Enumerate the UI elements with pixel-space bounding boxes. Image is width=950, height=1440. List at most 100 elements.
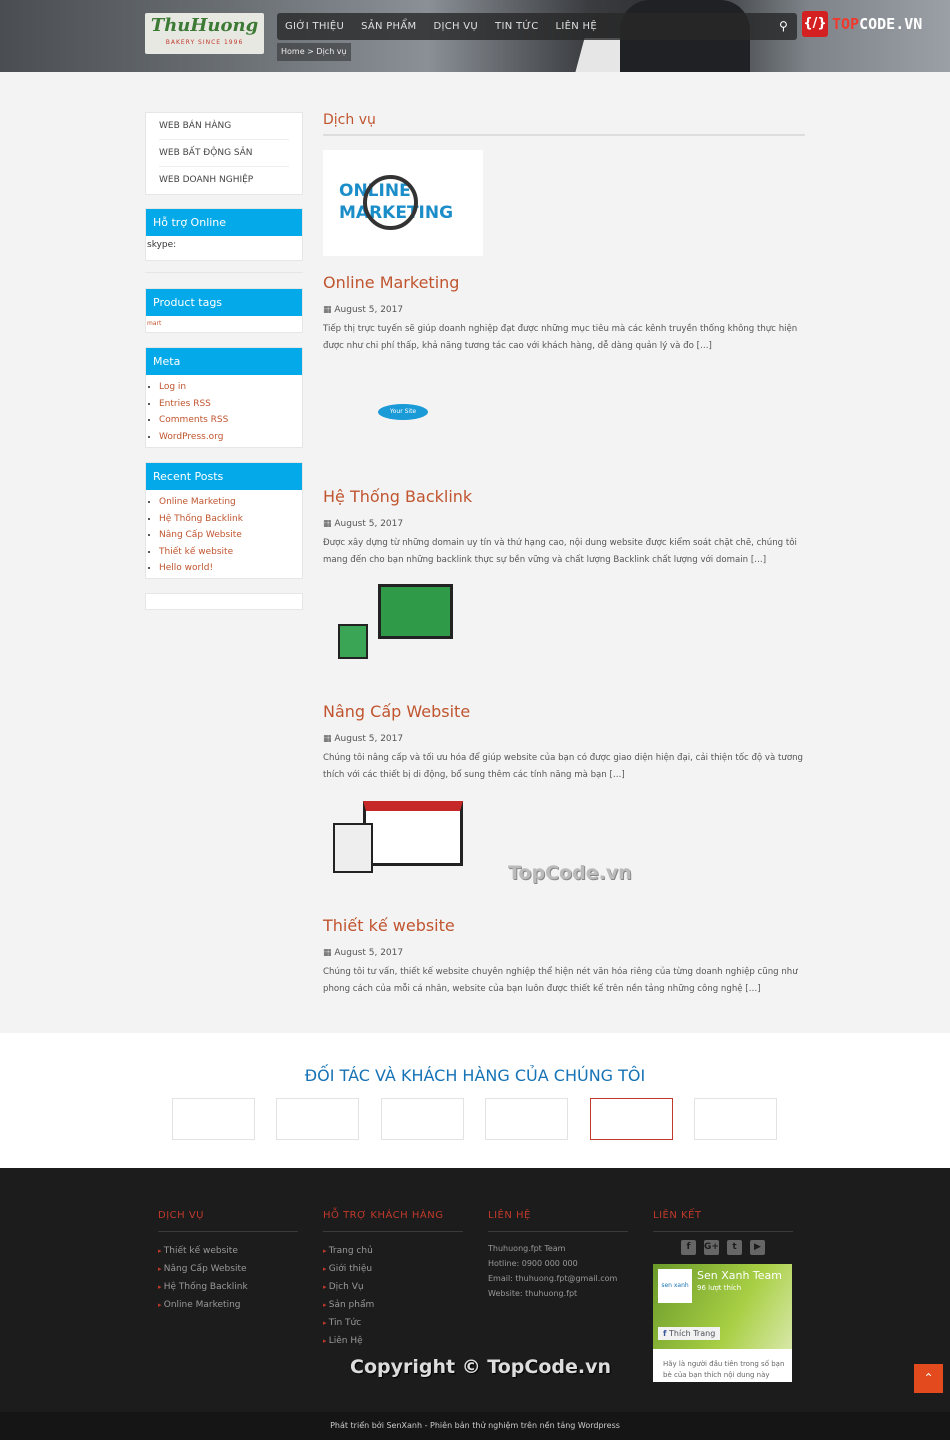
twitter-icon[interactable]: t — [727, 1240, 742, 1255]
recent-post-link[interactable]: Thiết kế website — [159, 547, 233, 557]
chevron-up-icon: ⌃ — [923, 1371, 934, 1385]
partner-logo[interactable] — [276, 1098, 359, 1140]
partner-logo[interactable] — [172, 1098, 255, 1140]
nav-lien-he[interactable]: LIÊN HỆ — [556, 21, 597, 32]
post-date: ▦ August 5, 2017 — [323, 305, 404, 315]
nav-san-pham[interactable]: SẢN PHẨM — [361, 21, 416, 32]
contact-email: Email: thuhuong.fpt@gmail.com — [488, 1274, 618, 1283]
post-excerpt: Chúng tôi nâng cấp và tối ưu hóa để giúp… — [323, 753, 803, 780]
widget-product-tags: Product tags mart — [145, 288, 303, 333]
footer-heading: HỖ TRỢ KHÁCH HÀNG — [323, 1210, 463, 1232]
calendar-icon: ▦ — [323, 734, 332, 744]
widget-meta: Meta Log in Entries RSS Comments RSS Wor… — [145, 347, 303, 448]
footer-heading: DỊCH VỤ — [158, 1210, 298, 1232]
footer-link[interactable]: Sản phẩm — [323, 1296, 463, 1314]
post-thumbnail[interactable] — [323, 793, 483, 899]
fb-note: Hãy là người đầu tiên trong số bạn bè củ… — [663, 1360, 785, 1379]
post-date: ▦ August 5, 2017 — [323, 734, 404, 744]
widget-recent-posts: Recent Posts Online Marketing Hệ Thống B… — [145, 462, 303, 579]
partner-logo[interactable] — [590, 1098, 673, 1140]
partners-section: ĐỐI TÁC VÀ KHÁCH HÀNG CỦA CHÚNG TÔI — [0, 1033, 950, 1168]
post-title[interactable]: Hệ Thống Backlink — [323, 487, 805, 507]
footer-link[interactable]: Online Marketing — [158, 1296, 298, 1314]
copyright: Copyright © TopCode.vn — [350, 1356, 612, 1378]
divider — [145, 272, 303, 273]
recent-post-link[interactable]: Online Marketing — [159, 497, 236, 507]
category-web-doanh-nghiep[interactable]: WEB DOANH NGHIỆP — [159, 167, 289, 194]
footer-link[interactable]: Dịch Vụ — [323, 1278, 463, 1296]
watermark: TopCode.vn — [508, 862, 632, 884]
post-thumbnail[interactable]: Your Site — [323, 364, 483, 470]
main-nav: GIỚI THIỆU SẢN PHẨM DỊCH VỤ TIN TỨC LIÊN… — [277, 13, 797, 40]
bottom-bar: Phát triển bởi SenXanh - Phiên bản thử n… — [0, 1412, 950, 1440]
google-plus-icon[interactable]: G+ — [704, 1240, 719, 1255]
meta-wordpress[interactable]: WordPress.org — [159, 432, 223, 442]
meta-entries-rss[interactable]: Entries RSS — [159, 399, 211, 409]
footer-link[interactable]: Tin Tức — [323, 1314, 463, 1332]
widget-empty — [145, 593, 303, 610]
header: ThuHuong BAKERY SINCE 1996 GIỚI THIỆU SẢN… — [0, 0, 950, 72]
fb-like-button[interactable]: f Thích Trang — [658, 1327, 721, 1340]
nav-gioi-thieu[interactable]: GIỚI THIỆU — [285, 21, 344, 32]
main-content: Dịch vụ ONLINE MARKETING Online Marketin… — [323, 112, 805, 994]
meta-comments-rss[interactable]: Comments RSS — [159, 415, 228, 425]
partner-logo[interactable] — [694, 1098, 777, 1140]
widget-title: Hỗ trợ Online — [146, 209, 302, 236]
footer-support: HỖ TRỢ KHÁCH HÀNG Trang chủGiới thiệuDịc… — [323, 1210, 463, 1350]
post-excerpt: Tiếp thị trực tuyến sẽ giúp doanh nghiệp… — [323, 324, 798, 351]
calendar-icon: ▦ — [323, 519, 332, 529]
meta-log-in[interactable]: Log in — [159, 382, 186, 392]
footer-link[interactable]: Liên Hệ — [323, 1332, 463, 1350]
post-item: ONLINE MARKETING Online Marketing ▦ Augu… — [323, 150, 805, 355]
page-title: Dịch vụ — [323, 112, 805, 136]
post-date: ▦ August 5, 2017 — [323, 519, 404, 529]
widget-title: Recent Posts — [146, 463, 302, 490]
post-title[interactable]: Thiết kế website — [323, 916, 805, 936]
topcode-logo: {/} TOPCODE.VN — [802, 11, 922, 37]
footer-link[interactable]: Nâng Cấp Website — [158, 1260, 298, 1278]
widget-support: Hỗ trợ Online skype: — [145, 208, 303, 261]
partner-logo[interactable] — [485, 1098, 568, 1140]
post-title[interactable]: Online Marketing — [323, 273, 805, 293]
post-date: ▦ August 5, 2017 — [323, 948, 404, 958]
widget-title: Meta — [146, 348, 302, 375]
logo[interactable]: ThuHuong BAKERY SINCE 1996 — [145, 13, 264, 54]
nav-dich-vu[interactable]: DỊCH VỤ — [433, 21, 478, 32]
post-excerpt: Được xây dựng từ những domain uy tín và … — [323, 538, 797, 565]
facebook-page-widget: sen xanh Sen Xanh Team 96 lượt thích f T… — [653, 1264, 792, 1382]
footer-link[interactable]: Trang chủ — [323, 1242, 463, 1260]
nav-tin-tuc[interactable]: TIN TỨC — [495, 21, 539, 32]
footer-link[interactable]: Thiết kế website — [158, 1242, 298, 1260]
search-icon[interactable]: ⚲ — [779, 19, 788, 33]
post-thumbnail[interactable] — [323, 579, 483, 685]
post-thumbnail[interactable]: ONLINE MARKETING — [323, 150, 483, 256]
footer-heading: LIÊN KẾT — [653, 1210, 793, 1232]
footer-link[interactable]: Giới thiệu — [323, 1260, 463, 1278]
widget-title: Product tags — [146, 289, 302, 316]
calendar-icon: ▦ — [323, 305, 332, 315]
fb-page-name[interactable]: Sen Xanh Team — [697, 1269, 782, 1282]
facebook-icon[interactable]: f — [681, 1240, 696, 1255]
tag-mart[interactable]: mart — [146, 316, 302, 327]
skype-label: skype: — [147, 240, 177, 250]
back-to-top-button[interactable]: ⌃ — [914, 1364, 943, 1393]
footer-services: DỊCH VỤ Thiết kế websiteNâng Cấp Website… — [158, 1210, 298, 1314]
post-title[interactable]: Nâng Cấp Website — [323, 702, 805, 722]
calendar-icon: ▦ — [323, 948, 332, 958]
footer-link[interactable]: Hệ Thống Backlink — [158, 1278, 298, 1296]
footer-heading: LIÊN HỆ — [488, 1210, 628, 1232]
category-web-ban-hang[interactable]: WEB BÁN HÀNG — [159, 113, 289, 140]
breadcrumb[interactable]: Home > Dịch vụ — [277, 43, 351, 61]
footer-contact: LIÊN HỆ Thuhuong.fpt Team Hotline: 0900 0… — [488, 1210, 628, 1301]
contact-hotline: Hotline: 0900 000 000 — [488, 1259, 578, 1268]
partner-logo[interactable] — [381, 1098, 464, 1140]
recent-post-link[interactable]: Hệ Thống Backlink — [159, 514, 243, 524]
youtube-icon[interactable]: ▶ — [750, 1240, 765, 1255]
post-item: Nâng Cấp Website ▦ August 5, 2017 Chúng … — [323, 579, 805, 784]
recent-post-link[interactable]: Nâng Cấp Website — [159, 530, 242, 540]
contact-team: Thuhuong.fpt Team — [488, 1244, 566, 1253]
recent-post-link[interactable]: Hello world! — [159, 563, 213, 573]
category-web-bat-dong-san[interactable]: WEB BẤT ĐỘNG SẢN — [159, 140, 289, 167]
partners-title: ĐỐI TÁC VÀ KHÁCH HÀNG CỦA CHÚNG TÔI — [304, 1066, 646, 1085]
post-excerpt: Chúng tôi tư vấn, thiết kế website chuyê… — [323, 967, 798, 994]
